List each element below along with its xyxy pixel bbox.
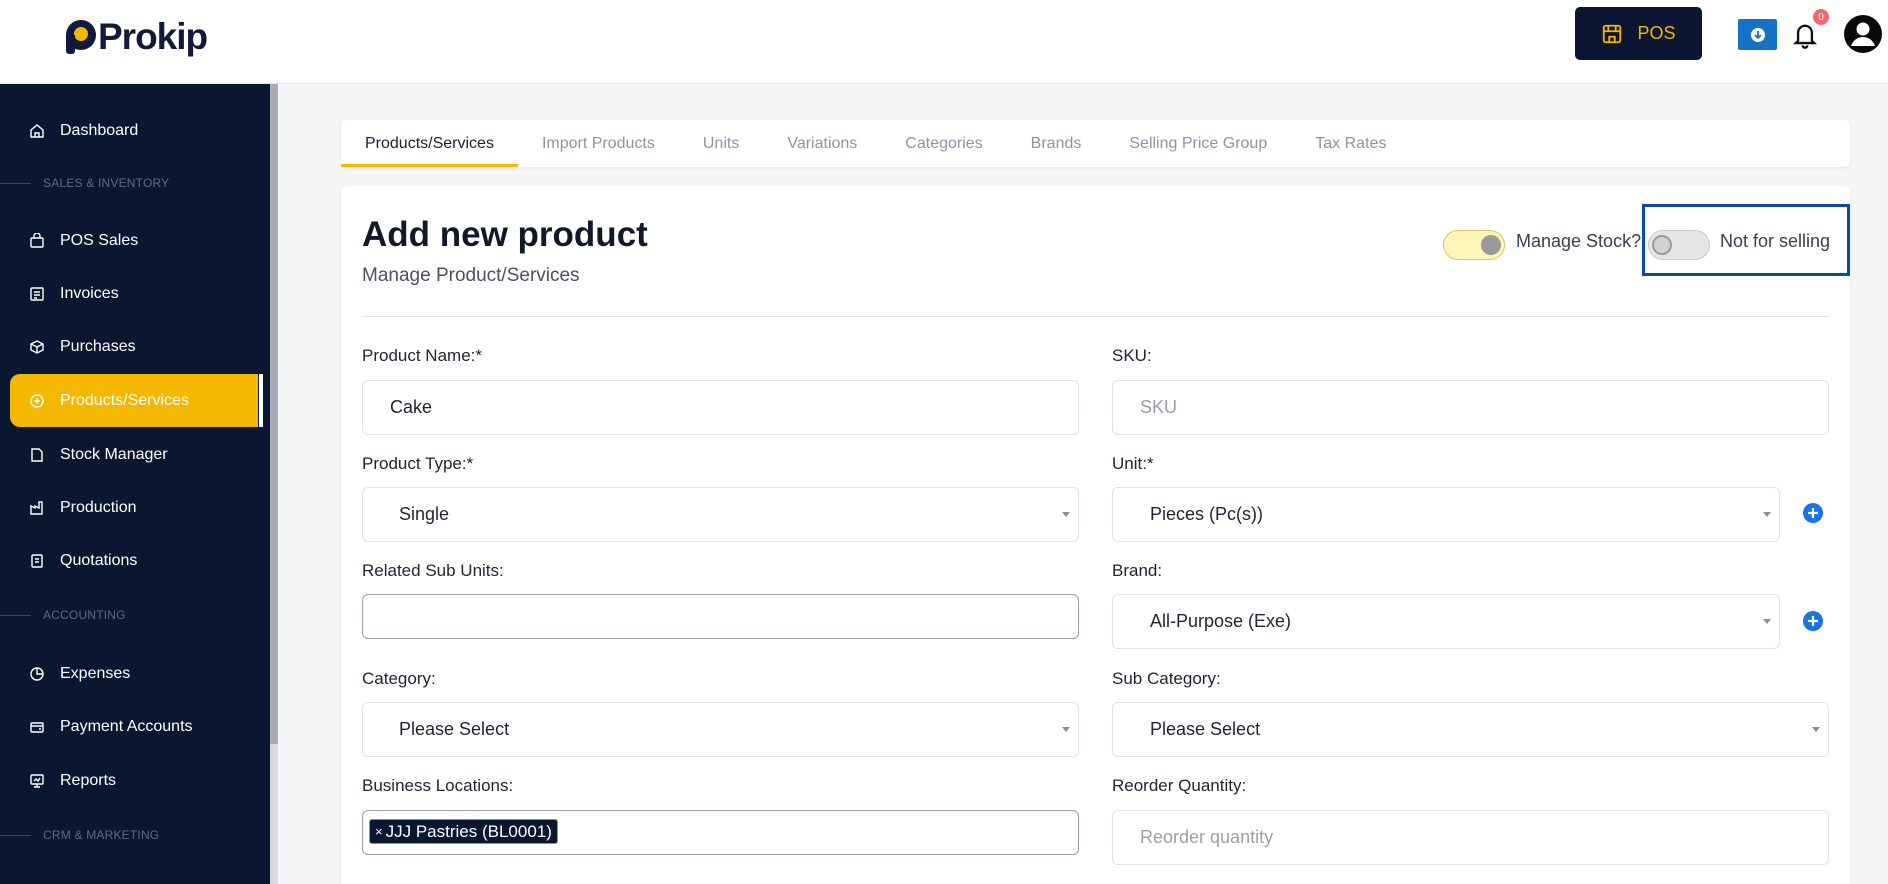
chevron-down-icon (1763, 512, 1771, 517)
sub-category-select[interactable]: Please Select (1112, 702, 1829, 757)
tab-categories[interactable]: Categories (905, 120, 982, 167)
pos-button[interactable]: POS (1575, 7, 1702, 60)
sidebar-item-label: Production (60, 498, 137, 516)
tab-units[interactable]: Units (703, 120, 739, 167)
invoice-icon (28, 285, 46, 303)
sidebar-item-purchases[interactable]: Purchases (10, 320, 258, 373)
nav-section-sales-inventory: SALES & INVENTORY (0, 173, 270, 193)
sidebar: Dashboard SALES & INVENTORY POS Sales In… (0, 84, 270, 884)
download-button[interactable] (1738, 19, 1777, 50)
unit-label: Unit:* (1112, 454, 1154, 473)
box-icon (28, 338, 46, 356)
business-location-tag[interactable]: × JJJ Pastries (BL0001) (369, 819, 558, 844)
brand-label: Brand: (1112, 561, 1163, 580)
category-select[interactable]: Please Select (362, 702, 1079, 757)
sidebar-item-label: Quotations (60, 551, 138, 569)
product-type-label: Product Type:* (362, 454, 474, 473)
sidebar-item-label: Dashboard (60, 121, 139, 139)
top-header: Prokip POS 0 (0, 0, 1888, 84)
report-icon (28, 772, 46, 790)
product-tabs: Products/Services Import Products Units … (341, 120, 1850, 167)
related-sub-units-label: Related Sub Units: (362, 561, 504, 580)
sidebar-item-dashboard[interactable]: Dashboard (10, 104, 258, 157)
tab-products-services[interactable]: Products/Services (341, 120, 518, 167)
tab-variations[interactable]: Variations (787, 120, 857, 167)
notification-badge: 0 (1813, 9, 1829, 25)
sidebar-item-label: Products/Services (60, 391, 189, 409)
chevron-down-icon (1763, 619, 1771, 624)
user-avatar-icon[interactable] (1843, 14, 1883, 54)
wallet-icon (28, 718, 46, 736)
factory-icon (28, 499, 46, 517)
pie-icon (28, 665, 46, 683)
quotation-icon (28, 552, 46, 570)
store-icon (1603, 24, 1622, 43)
business-locations-label: Business Locations: (362, 776, 514, 795)
reorder-quantity-input[interactable]: Reorder quantity (1112, 810, 1829, 865)
sidebar-item-production[interactable]: Production (10, 481, 258, 534)
brand-select[interactable]: All-Purpose (Exe) (1112, 594, 1780, 649)
nav-section-accounting: ACCOUNTING (0, 605, 270, 625)
product-name-label: Product Name:* (362, 346, 482, 365)
bag-icon (28, 232, 46, 250)
manage-stock-toggle[interactable] (1443, 230, 1505, 260)
sku-input[interactable]: SKU (1112, 380, 1829, 435)
sidebar-item-label: Purchases (60, 337, 136, 355)
add-brand-icon[interactable] (1803, 611, 1823, 631)
home-icon (28, 122, 46, 140)
unit-select[interactable]: Pieces (Pc(s)) (1112, 487, 1780, 542)
sidebar-item-stock-manager[interactable]: Stock Manager (10, 428, 258, 481)
page-title: Add new product (362, 215, 648, 254)
pos-label: POS (1637, 23, 1676, 43)
sidebar-item-payment-accounts[interactable]: Payment Accounts (10, 700, 258, 753)
reorder-quantity-label: Reorder Quantity: (1112, 776, 1247, 795)
tab-selling-price-group[interactable]: Selling Price Group (1129, 120, 1267, 167)
sidebar-item-label: Payment Accounts (60, 717, 193, 735)
tab-tax-rates[interactable]: Tax Rates (1315, 120, 1386, 167)
download-icon (1750, 27, 1765, 42)
sidebar-item-label: Stock Manager (60, 445, 168, 463)
sidebar-item-label: Reports (60, 771, 117, 789)
sidebar-item-label: Invoices (60, 284, 119, 302)
chevron-down-icon (1812, 727, 1820, 732)
logo-text: Prokip (98, 16, 208, 57)
sub-category-label: Sub Category: (1112, 669, 1221, 688)
sidebar-item-label: POS Sales (60, 231, 139, 249)
stock-icon (28, 446, 46, 464)
chevron-down-icon (1062, 727, 1070, 732)
nav-section-crm-marketing: CRM & MARKETING (0, 825, 270, 845)
prokip-logo-icon (66, 20, 96, 54)
manage-stock-label: Manage Stock? (1516, 231, 1642, 251)
sidebar-item-label: Expenses (60, 664, 131, 682)
remove-tag-icon[interactable]: × (375, 824, 383, 839)
chevron-down-icon (1062, 512, 1070, 517)
sku-label: SKU: (1112, 346, 1152, 365)
sidebar-item-products-services[interactable]: Products/Services (10, 374, 263, 427)
bell-icon[interactable] (1791, 20, 1819, 50)
header-divider (362, 316, 1829, 317)
not-for-selling-label: Not for selling (1720, 231, 1831, 251)
product-name-input[interactable]: Cake (362, 380, 1079, 435)
prokip-logo[interactable]: Prokip (66, 16, 208, 57)
product-type-select[interactable]: Single (362, 487, 1079, 542)
add-unit-icon[interactable] (1803, 503, 1823, 523)
tab-import-products[interactable]: Import Products (542, 120, 655, 167)
tab-brands[interactable]: Brands (1031, 120, 1082, 167)
product-icon (28, 392, 46, 410)
sidebar-item-invoices[interactable]: Invoices (10, 267, 258, 320)
business-locations-input[interactable]: × JJJ Pastries (BL0001) (362, 810, 1079, 855)
not-for-selling-toggle[interactable] (1648, 230, 1710, 260)
sidebar-item-reports[interactable]: Reports (10, 754, 258, 807)
sidebar-item-pos-sales[interactable]: POS Sales (10, 214, 258, 267)
sidebar-item-quotations[interactable]: Quotations (10, 534, 258, 587)
page-subtitle: Manage Product/Services (362, 265, 580, 286)
sidebar-item-expenses[interactable]: Expenses (10, 647, 258, 700)
sidebar-scrollbar[interactable] (270, 84, 278, 884)
category-label: Category: (362, 669, 436, 688)
related-sub-units-input[interactable] (362, 594, 1079, 639)
add-product-card: Add new product Manage Product/Services … (341, 186, 1850, 884)
